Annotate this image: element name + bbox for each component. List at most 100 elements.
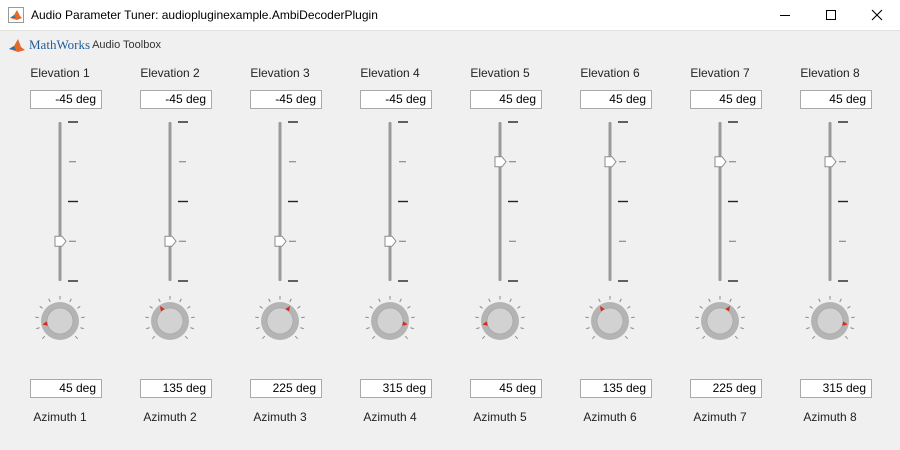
slider-thumb[interactable] (824, 156, 837, 168)
elevation-slider[interactable] (700, 119, 740, 284)
slider-thumb[interactable] (274, 235, 287, 247)
knob-tick (399, 298, 402, 303)
knob-tick (41, 335, 46, 340)
elevation-slider[interactable] (150, 119, 190, 284)
elevation-label: Elevation 4 (360, 66, 420, 80)
slider-track (168, 122, 172, 281)
azimuth-input[interactable]: 135 deg (580, 379, 652, 398)
knob-tick (259, 305, 263, 309)
knob-tick (407, 305, 411, 309)
knob-tick (294, 335, 299, 340)
azimuth-label: Azimuth 5 (473, 410, 527, 424)
azimuth-input[interactable]: 135 deg (140, 379, 212, 398)
close-button[interactable] (854, 0, 900, 30)
slider-thumb[interactable] (164, 235, 177, 247)
azimuth-knob[interactable] (475, 296, 525, 346)
knob-tick (476, 327, 480, 330)
elevation-input[interactable]: -45 deg (250, 90, 322, 109)
slider-track (388, 122, 392, 281)
slider-thumb[interactable] (54, 235, 67, 247)
knob-tick (36, 327, 40, 330)
knob-tick (191, 316, 195, 319)
azimuth-input[interactable]: 225 deg (690, 379, 762, 398)
elevation-slider[interactable] (810, 119, 850, 284)
knob-tick (301, 316, 305, 319)
knob-tick (630, 327, 634, 330)
knob-tick (850, 327, 854, 330)
channel-strip: Elevation 7 45 deg 225 deg Azimuth 7 (665, 58, 775, 438)
knob-tick (627, 305, 631, 309)
slider-track (58, 122, 62, 281)
slider-track (498, 122, 502, 281)
azimuth-input[interactable]: 315 deg (800, 379, 872, 398)
azimuth-input[interactable]: 225 deg (250, 379, 322, 398)
elevation-slider[interactable] (590, 119, 630, 284)
elevation-input[interactable]: -45 deg (30, 90, 102, 109)
membrane-logo-icon (9, 39, 25, 52)
knob-cap (156, 307, 184, 335)
knob-tick (410, 327, 414, 330)
slider-thumb[interactable] (384, 235, 397, 247)
knob-tick (589, 305, 593, 309)
azimuth-input[interactable]: 45 deg (30, 379, 102, 398)
azimuth-input[interactable]: 315 deg (360, 379, 432, 398)
maximize-icon (826, 10, 836, 20)
elevation-input[interactable]: 45 deg (800, 90, 872, 109)
logo-product-text: Audio Toolbox (92, 39, 161, 51)
knob-tick (146, 327, 150, 330)
azimuth-label: Azimuth 8 (803, 410, 857, 424)
knob-tick (847, 305, 851, 309)
azimuth-input[interactable]: 45 deg (470, 379, 542, 398)
knob-tick (598, 298, 601, 303)
azimuth-label: Azimuth 7 (693, 410, 747, 424)
minimize-button[interactable] (762, 0, 808, 30)
elevation-label: Elevation 1 (30, 66, 90, 80)
knob-tick (514, 335, 519, 340)
elevation-input[interactable]: -45 deg (360, 90, 432, 109)
knob-cap (816, 307, 844, 335)
azimuth-knob[interactable] (805, 296, 855, 346)
knob-tick (80, 327, 84, 330)
knob-tick (699, 305, 703, 309)
elevation-input[interactable]: -45 deg (140, 90, 212, 109)
knob-cap (376, 307, 404, 335)
title-bar: Audio Parameter Tuner: audiopluginexampl… (0, 0, 900, 31)
knob-tick (479, 305, 483, 309)
elevation-input[interactable]: 45 deg (690, 90, 762, 109)
slider-thumb[interactable] (494, 156, 507, 168)
azimuth-knob[interactable] (255, 296, 305, 346)
slider-thumb[interactable] (714, 156, 727, 168)
knob-tick (696, 327, 700, 330)
elevation-slider[interactable] (370, 119, 410, 284)
elevation-slider[interactable] (260, 119, 300, 284)
azimuth-knob[interactable] (695, 296, 745, 346)
slider-thumb[interactable] (604, 156, 617, 168)
elevation-input[interactable]: 45 deg (470, 90, 542, 109)
knob-tick (261, 335, 266, 340)
elevation-label: Elevation 5 (470, 66, 530, 80)
channel-strip: Elevation 4 -45 deg 315 deg Azimuth 4 (335, 58, 445, 438)
knob-tick (184, 335, 189, 340)
azimuth-knob[interactable] (35, 296, 85, 346)
knob-tick (631, 316, 635, 319)
azimuth-knob[interactable] (365, 296, 415, 346)
matlab-app-icon (8, 7, 24, 23)
knob-tick (371, 335, 376, 340)
knob-tick (69, 298, 72, 303)
slider-track (608, 122, 612, 281)
elevation-input[interactable]: 45 deg (580, 90, 652, 109)
knob-tick (591, 335, 596, 340)
knob-tick (740, 327, 744, 330)
elevation-slider[interactable] (40, 119, 80, 284)
slider-track (278, 122, 282, 281)
knob-tick (74, 335, 79, 340)
channel-strip: Elevation 1 -45 deg 45 deg Azimuth 1 (5, 58, 115, 438)
azimuth-knob[interactable] (585, 296, 635, 346)
elevation-slider[interactable] (480, 119, 520, 284)
azimuth-knob[interactable] (145, 296, 195, 346)
maximize-button[interactable] (808, 0, 854, 30)
knob-tick (585, 316, 589, 319)
knob-tick (619, 298, 622, 303)
knob-tick (149, 305, 153, 309)
knob-tick (809, 305, 813, 309)
